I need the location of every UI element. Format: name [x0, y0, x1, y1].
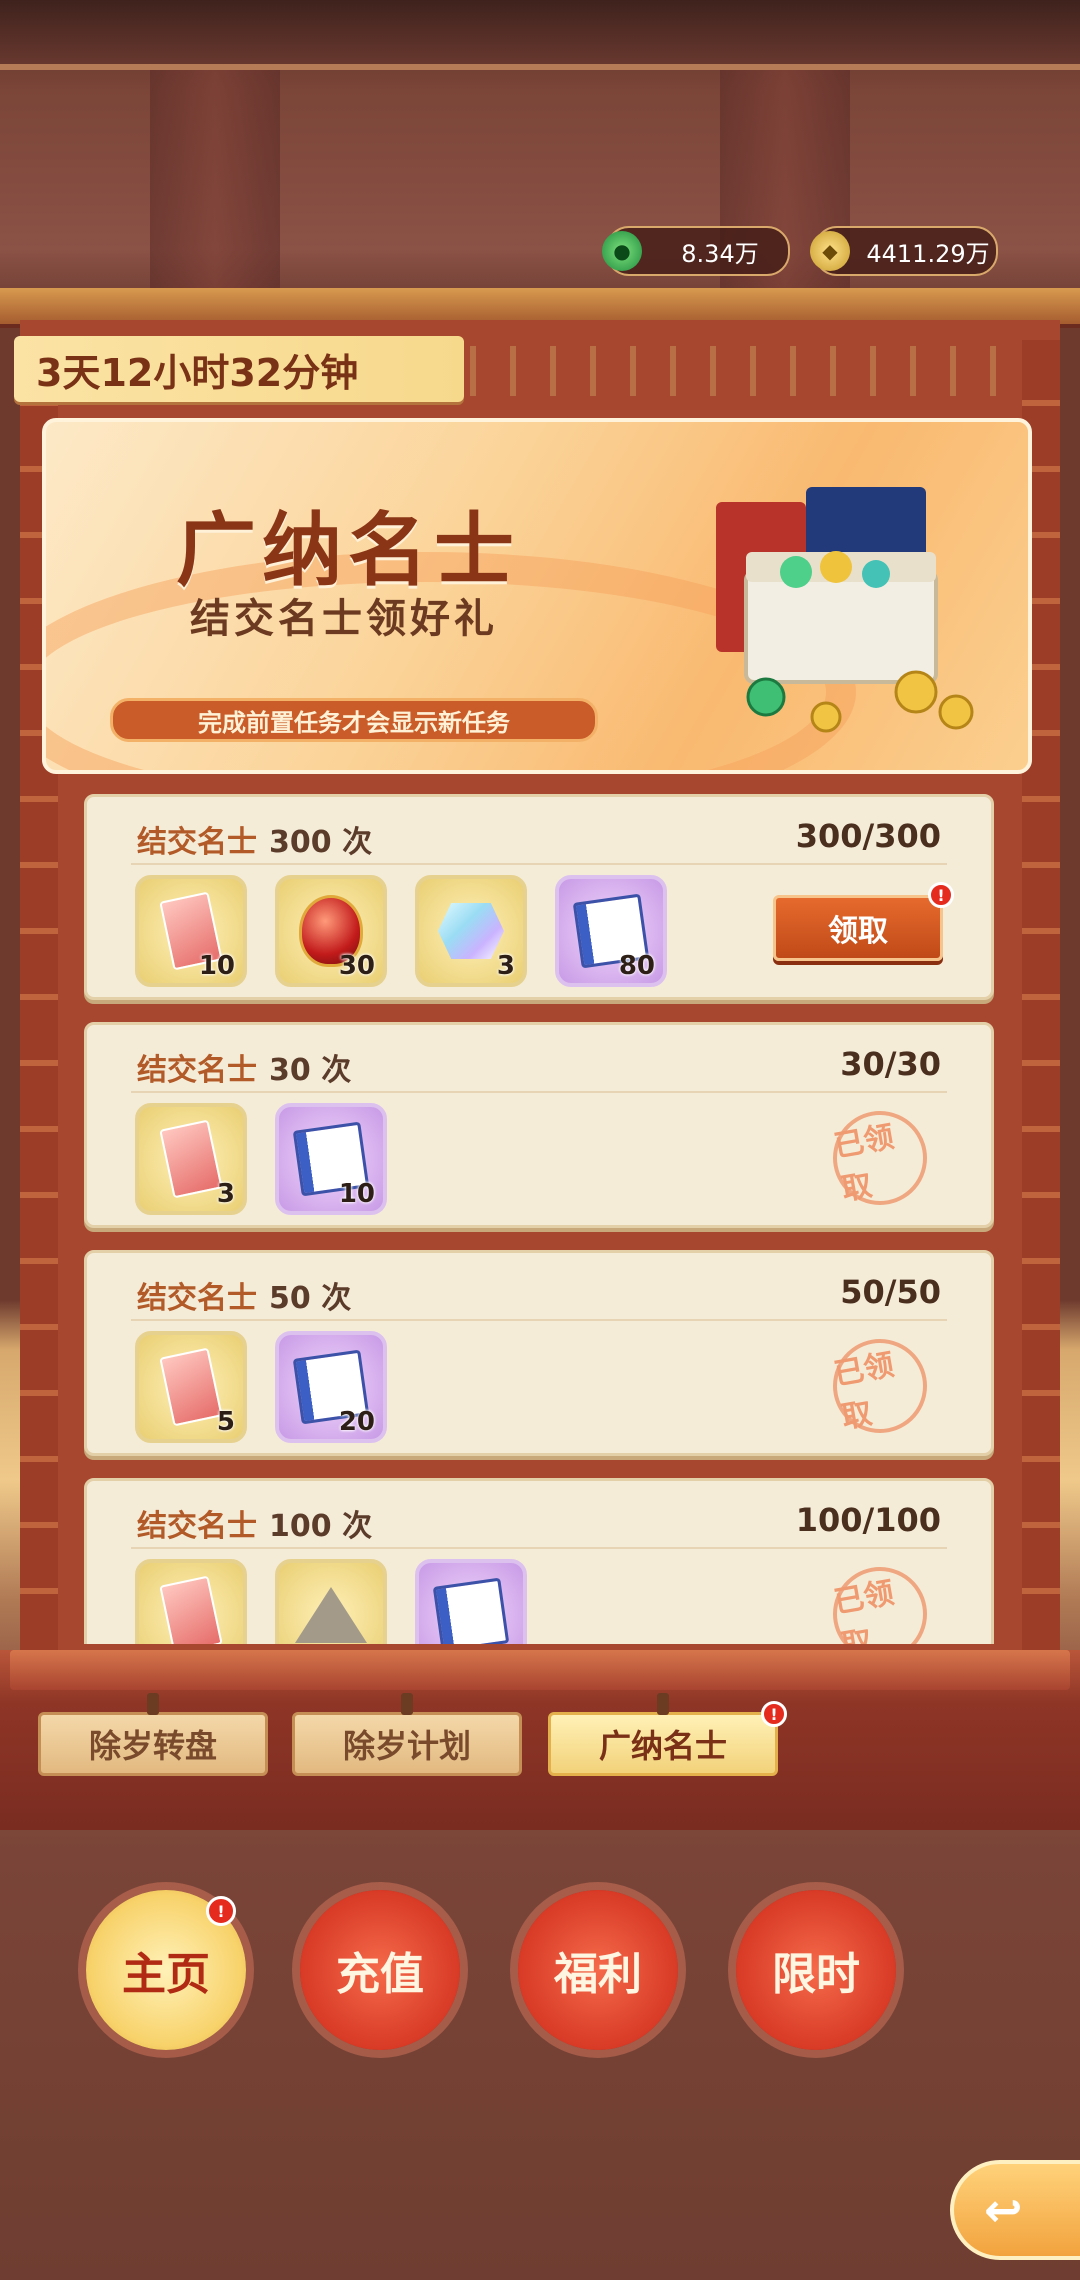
- tent-icon: [295, 1587, 367, 1643]
- task-card: 结交名士 300 次 300/300 10 30 3 80 领取 !: [84, 794, 994, 1000]
- claim-label: 领取: [828, 914, 888, 949]
- tab-recruit[interactable]: 广纳名士 !: [548, 1693, 787, 1776]
- reward-item[interactable]: [135, 1559, 247, 1644]
- gold-value: 4411.29万: [866, 239, 990, 268]
- notification-badge: !: [206, 1896, 236, 1926]
- divider: [131, 863, 947, 865]
- reward-qty: 30: [338, 951, 375, 981]
- task-count: 30 次: [269, 1053, 352, 1088]
- lattice-decor: [470, 346, 1010, 396]
- tab-label: 除岁计划: [342, 1727, 471, 1765]
- reward-qty: 10: [338, 1179, 375, 1209]
- reward-row: 10 30 3 80: [135, 875, 667, 987]
- nav-label: 限时: [772, 1949, 860, 2000]
- task-card: 结交名士 100 次 100/100 已领取: [84, 1478, 994, 1644]
- reward-item[interactable]: 5: [135, 1331, 247, 1443]
- reward-qty: 20: [338, 1407, 375, 1437]
- task-name: 结交名士: [137, 1281, 257, 1316]
- reward-item[interactable]: 3: [415, 875, 527, 987]
- tab-hook: [657, 1693, 669, 1715]
- nav-home[interactable]: 主页 !: [86, 1890, 246, 2050]
- reward-item[interactable]: [415, 1559, 527, 1644]
- task-name: 结交名士: [137, 1053, 257, 1088]
- task-progress: 100/100: [795, 1501, 941, 1539]
- nav-limited[interactable]: 限时: [736, 1890, 896, 2050]
- divider: [131, 1091, 947, 1093]
- reward-qty: 3: [216, 1179, 235, 1209]
- reward-row: 3 10: [135, 1103, 387, 1215]
- shelf-edge: [10, 1650, 1070, 1690]
- nav-label: 主页: [122, 1949, 210, 2000]
- task-progress: 300/300: [795, 817, 941, 855]
- claimed-stamp: 已领取: [825, 1559, 935, 1644]
- banner-subtitle: 结交名士领好礼: [190, 596, 498, 642]
- crystal-icon: [438, 903, 504, 959]
- reward-item[interactable]: 80: [555, 875, 667, 987]
- task-card: 结交名士 50 次 50/50 5 20 已领取: [84, 1250, 994, 1456]
- gold-coin-icon: ◆: [810, 231, 850, 271]
- notification-badge: !: [928, 882, 954, 908]
- nav-label: 福利: [554, 1949, 642, 2000]
- jade-value: 8.34万: [681, 239, 759, 268]
- claimed-stamp: 已领取: [825, 1103, 935, 1213]
- red-card-icon: [159, 1575, 223, 1644]
- task-count: 50 次: [269, 1281, 352, 1316]
- event-banner: 广纳名士 结交名士领好礼 完成前置任务才会显示新任务: [42, 418, 1032, 774]
- claim-button[interactable]: 领取 !: [773, 882, 954, 961]
- reward-item[interactable]: 10: [275, 1103, 387, 1215]
- claimed-stamp: 已领取: [825, 1331, 935, 1441]
- red-card-icon: [159, 1347, 223, 1427]
- reward-qty: 5: [216, 1407, 235, 1437]
- reward-item[interactable]: 3: [135, 1103, 247, 1215]
- reward-row: 5 20: [135, 1331, 387, 1443]
- event-timer: 3天12小时32分钟: [14, 336, 464, 402]
- task-name: 结交名士: [137, 825, 257, 860]
- red-card-icon: [159, 1119, 223, 1199]
- tab-hook: [147, 1693, 159, 1715]
- jade-coin-icon: ●: [602, 231, 642, 271]
- nav-recharge[interactable]: 充值: [300, 1890, 460, 2050]
- nav-label: 充值: [336, 1949, 424, 2000]
- nav-welfare[interactable]: 福利: [518, 1890, 678, 2050]
- back-button[interactable]: ↩: [950, 2160, 1080, 2260]
- reward-item[interactable]: [275, 1559, 387, 1644]
- tab-hook: [401, 1693, 413, 1715]
- notification-badge: !: [761, 1701, 787, 1727]
- back-arrow-icon: ↩: [984, 2183, 1023, 2237]
- reward-qty: 10: [198, 951, 235, 981]
- task-progress: 50/50: [840, 1273, 941, 1311]
- gold-currency[interactable]: ◆ 4411.29万: [810, 226, 998, 276]
- reward-item[interactable]: 10: [135, 875, 247, 987]
- tab-label: 广纳名士: [598, 1727, 727, 1765]
- task-name: 结交名士: [137, 1509, 257, 1544]
- tab-label: 除岁转盘: [88, 1727, 217, 1765]
- task-list[interactable]: 结交名士 300 次 300/300 10 30 3 80 领取 ! 结交名士 …: [84, 794, 994, 1644]
- reward-item[interactable]: 30: [275, 875, 387, 987]
- task-count: 100 次: [269, 1509, 373, 1544]
- tab-spinner[interactable]: 除岁转盘: [38, 1693, 268, 1776]
- divider: [131, 1319, 947, 1321]
- book-icon: [432, 1577, 510, 1644]
- reward-row: [135, 1559, 527, 1644]
- reward-qty: 3: [496, 951, 515, 981]
- task-card: 结交名士 30 次 30/30 3 10 已领取: [84, 1022, 994, 1228]
- divider: [131, 1547, 947, 1549]
- task-count: 300 次: [269, 825, 373, 860]
- task-progress: 30/30: [840, 1045, 941, 1083]
- banner-title: 广纳名士: [176, 503, 520, 597]
- ceiling-decor: [0, 0, 1080, 70]
- banner-notice: 完成前置任务才会显示新任务: [110, 698, 598, 742]
- treasure-chest-icon: [716, 487, 974, 733]
- jade-currency[interactable]: ● 8.34万: [602, 226, 790, 276]
- tab-plan[interactable]: 除岁计划: [292, 1693, 522, 1776]
- reward-qty: 80: [618, 951, 655, 981]
- reward-item[interactable]: 20: [275, 1331, 387, 1443]
- pillar-decor: [150, 70, 280, 290]
